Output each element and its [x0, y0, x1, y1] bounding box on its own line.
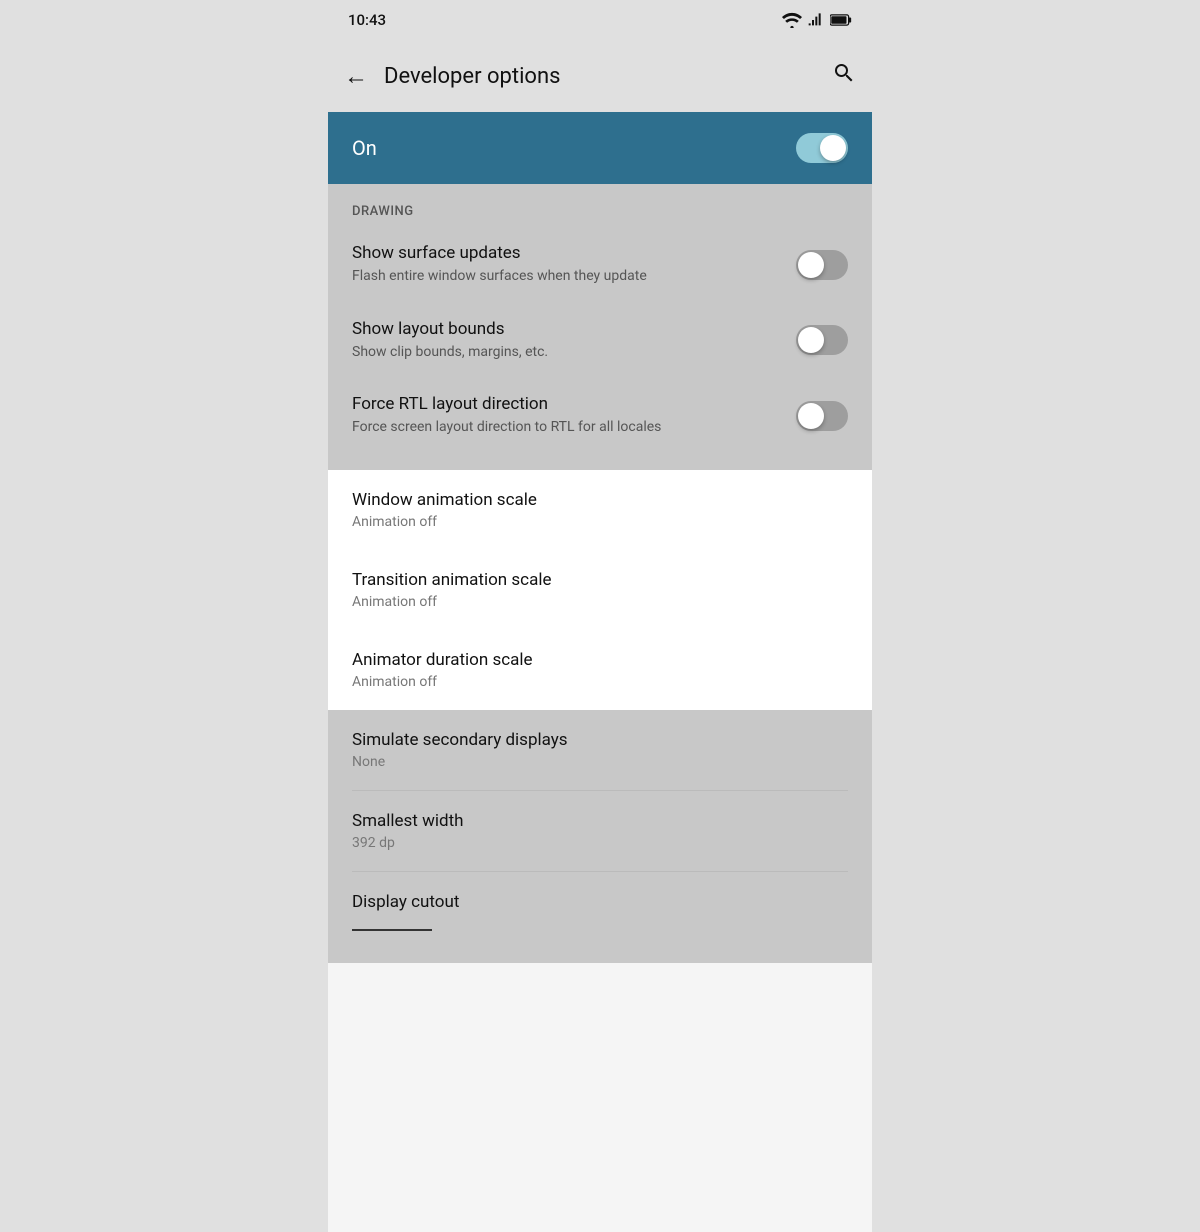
transition-animation-scale-row[interactable]: Transition animation scale Animation off — [328, 550, 872, 630]
show-surface-updates-title: Show surface updates — [352, 243, 796, 263]
animation-settings-section: Window animation scale Animation off Tra… — [328, 470, 872, 710]
animator-duration-scale-row[interactable]: Animator duration scale Animation off — [328, 630, 872, 710]
show-surface-updates-row[interactable]: Show surface updates Flash entire window… — [328, 227, 872, 303]
show-layout-bounds-toggle[interactable] — [796, 325, 848, 355]
app-bar: ← Developer options — [328, 40, 872, 112]
show-surface-updates-content: Show surface updates Flash entire window… — [352, 243, 796, 287]
toggle-header-label: On — [352, 136, 377, 160]
force-rtl-subtitle: Force screen layout direction to RTL for… — [352, 418, 796, 438]
developer-options-toggle[interactable] — [796, 133, 848, 163]
show-layout-bounds-title: Show layout bounds — [352, 319, 796, 339]
smallest-width-row[interactable]: Smallest width 392 dp — [328, 791, 872, 871]
page-title: Developer options — [384, 64, 832, 89]
animator-duration-scale-title: Animator duration scale — [352, 650, 848, 670]
wifi-icon — [782, 12, 802, 28]
drawing-section-label: DRAWING — [328, 184, 872, 227]
force-rtl-row[interactable]: Force RTL layout direction Force screen … — [328, 378, 872, 454]
smallest-width-subtitle: 392 dp — [352, 835, 848, 851]
display-cutout-row[interactable]: Display cutout — [328, 872, 872, 955]
force-rtl-content: Force RTL layout direction Force screen … — [352, 394, 796, 438]
show-surface-updates-toggle[interactable] — [796, 250, 848, 280]
window-animation-scale-row[interactable]: Window animation scale Animation off — [328, 470, 872, 550]
back-button[interactable]: ← — [344, 62, 368, 91]
transition-animation-scale-title: Transition animation scale — [352, 570, 848, 590]
toggle-knob-3 — [798, 403, 824, 429]
smallest-width-title: Smallest width — [352, 811, 848, 831]
search-icon — [832, 61, 856, 85]
signal-icon — [808, 12, 824, 28]
phone-frame: 10:43 ← Developer options — [328, 0, 872, 1232]
developer-options-toggle-header[interactable]: On — [328, 112, 872, 184]
status-icons — [782, 12, 852, 28]
show-layout-bounds-row[interactable]: Show layout bounds Show clip bounds, mar… — [328, 303, 872, 379]
search-button[interactable] — [832, 61, 856, 91]
drawing-section: DRAWING Show surface updates Flash entir… — [328, 184, 872, 470]
toggle-knob-1 — [798, 252, 824, 278]
display-cutout-underline — [352, 929, 432, 931]
animator-duration-scale-subtitle: Animation off — [352, 674, 848, 690]
force-rtl-title: Force RTL layout direction — [352, 394, 796, 414]
status-time: 10:43 — [348, 11, 386, 29]
show-layout-bounds-subtitle: Show clip bounds, margins, etc. — [352, 343, 796, 363]
toggle-knob — [820, 135, 846, 161]
force-rtl-toggle[interactable] — [796, 401, 848, 431]
status-bar: 10:43 — [328, 0, 872, 40]
display-settings-section: Simulate secondary displays None Smalles… — [328, 710, 872, 963]
simulate-secondary-displays-title: Simulate secondary displays — [352, 730, 848, 750]
display-cutout-title: Display cutout — [352, 892, 848, 912]
battery-icon — [830, 12, 852, 28]
simulate-secondary-displays-subtitle: None — [352, 754, 848, 770]
show-layout-bounds-content: Show layout bounds Show clip bounds, mar… — [352, 319, 796, 363]
show-surface-updates-subtitle: Flash entire window surfaces when they u… — [352, 267, 796, 287]
transition-animation-scale-subtitle: Animation off — [352, 594, 848, 610]
window-animation-scale-subtitle: Animation off — [352, 514, 848, 530]
toggle-knob-2 — [798, 327, 824, 353]
simulate-secondary-displays-row[interactable]: Simulate secondary displays None — [328, 710, 872, 790]
window-animation-scale-title: Window animation scale — [352, 490, 848, 510]
